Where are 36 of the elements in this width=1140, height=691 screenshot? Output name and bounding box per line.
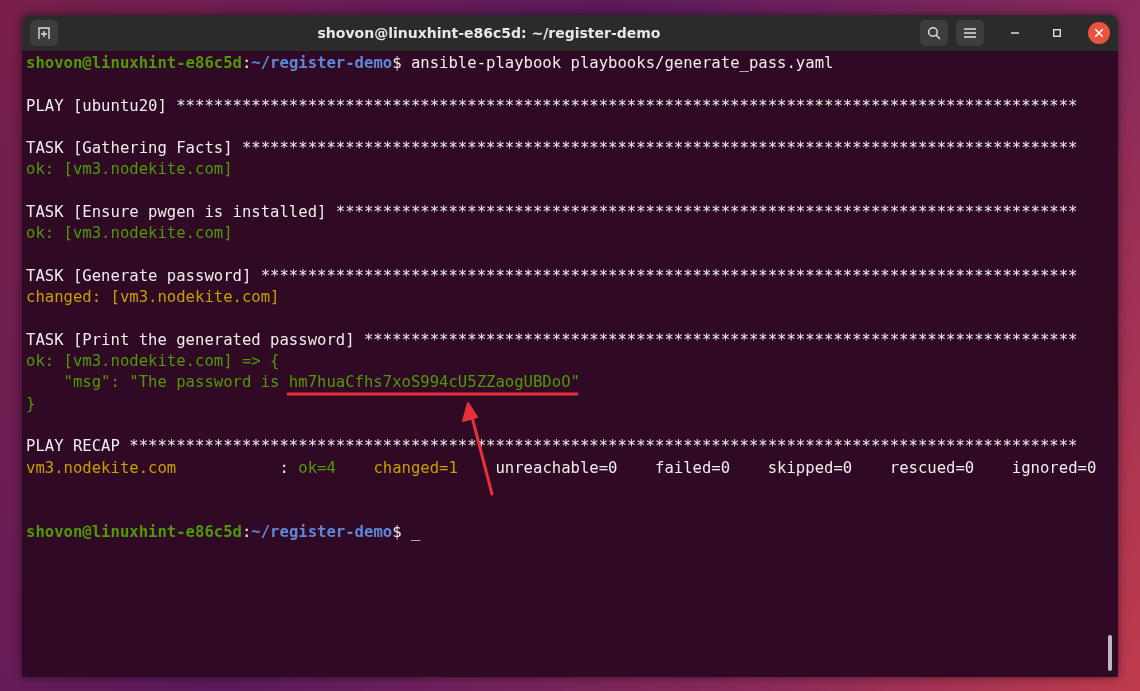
ok-status-text: ok: [vm3.nodekite.com] — [26, 224, 233, 243]
close-icon — [1095, 29, 1103, 37]
changed-status-text: changed: [vm3.nodekite.com] — [26, 288, 280, 307]
menu-icon — [964, 28, 976, 38]
terminal-text: $ _ — [392, 522, 421, 541]
close-button[interactable] — [1088, 22, 1110, 44]
terminal-text: unreachable=0 failed=0 skipped=0 rescued=0 ignored=0 — [494, 458, 1097, 477]
changed-status-text: changed=1 — [373, 458, 458, 477]
window-title: shovon@linuxhint-e86c5d: ~/register-demo — [316, 25, 662, 41]
prompt-user-text: shovon@linuxhint-e86c5d — [26, 54, 242, 72]
terminal-text: TASK [Ensure pwgen is installed] ******************************************************************************* — [26, 203, 1078, 222]
menu-button[interactable] — [956, 20, 984, 46]
new-tab-button[interactable] — [30, 20, 58, 46]
ok-status-text: ok: [vm3.nodekite.com] — [26, 160, 233, 179]
search-button[interactable] — [920, 20, 948, 46]
scrollbar[interactable] — [1108, 635, 1112, 671]
prompt-path-text: ~/register-demo — [251, 522, 393, 541]
ok-status-text: ok: [vm3.nodekite.com] => { — [26, 352, 280, 371]
new-tab-icon — [37, 26, 51, 40]
terminal-text: $ ansible-playbook playbooks/generate_pass.yaml — [392, 54, 834, 72]
search-icon — [927, 26, 941, 40]
terminal-text: : — [241, 54, 252, 72]
ok-status-text: } — [26, 394, 36, 413]
terminal-text: TASK [Generate password] *************************************************************************************** — [26, 266, 1078, 285]
terminal-text: TASK [Gathering Facts] ***************************************************************************************** — [26, 139, 1078, 158]
prompt-user-text: shovon@linuxhint-e86c5d — [26, 522, 242, 541]
terminal-text: : — [278, 458, 290, 477]
terminal-text: PLAY [ubuntu20] ************************************************************************************************ — [26, 96, 1078, 115]
terminal-text: TASK [Print the generated password] **************************************************************************** — [26, 330, 1078, 349]
ok-status-text: "msg": "The password is hm7huaCfhs7xoS994cU5ZZaogUBDoO" — [62, 373, 580, 392]
changed-status-text: vm3.nodekite.com — [26, 458, 177, 477]
maximize-icon — [1053, 29, 1061, 37]
minimize-icon — [1011, 32, 1019, 34]
terminal-text: : — [241, 522, 252, 541]
ok-status-text: ok=4 — [298, 458, 337, 477]
prompt-path-text: ~/register-demo — [251, 54, 393, 72]
